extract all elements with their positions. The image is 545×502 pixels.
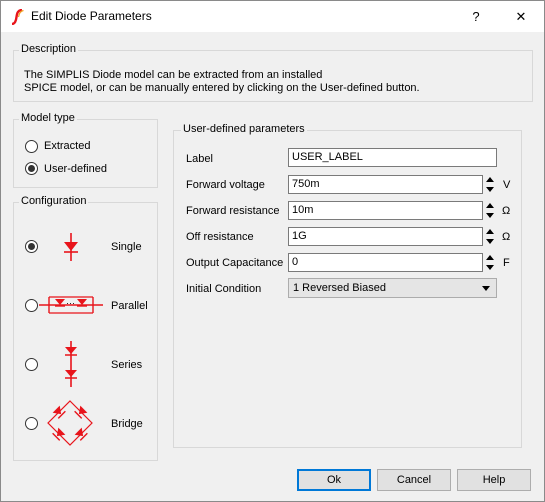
parallel-label[interactable]: Parallel (111, 300, 148, 312)
ok-button[interactable]: Ok (297, 469, 371, 491)
description-title: Description (19, 43, 79, 55)
initial-condition-value: 1 Reversed Biased (293, 282, 386, 294)
forward-resistance-label: Forward resistance (186, 205, 280, 217)
spin-up-icon[interactable] (484, 227, 496, 236)
single-radio[interactable] (25, 240, 38, 253)
bridge-label[interactable]: Bridge (111, 418, 143, 430)
single-diode-icon (64, 233, 78, 261)
single-label[interactable]: Single (111, 241, 142, 253)
series-diodes-icon (65, 341, 77, 387)
spin-up-icon[interactable] (484, 201, 496, 210)
cancel-button[interactable]: Cancel (377, 469, 451, 491)
off-resistance-spinner[interactable] (484, 227, 496, 246)
model-type-title: Model type (19, 112, 77, 124)
help-button[interactable]: Help (457, 469, 531, 491)
model-type-group (13, 119, 158, 188)
close-button[interactable]: ✕ (501, 1, 541, 32)
initial-condition-label: Initial Condition (186, 283, 262, 295)
label-label: Label (186, 153, 213, 165)
help-title-button[interactable]: ? (456, 1, 496, 32)
title-bar: Edit Diode Parameters ? ✕ (1, 1, 544, 32)
off-resistance-label: Off resistance (186, 231, 254, 243)
forward-resistance-input[interactable]: 10m (288, 201, 483, 220)
parallel-dots: ··· (66, 298, 75, 308)
parallel-radio[interactable] (25, 299, 38, 312)
series-radio[interactable] (25, 358, 38, 371)
simplis-logo-icon (11, 9, 24, 25)
extracted-label[interactable]: Extracted (44, 140, 90, 152)
initial-condition-select[interactable]: 1 Reversed Biased (288, 278, 497, 298)
off-resistance-unit: Ω (502, 231, 511, 243)
spin-down-icon[interactable] (484, 263, 496, 272)
forward-resistance-unit: Ω (502, 205, 511, 217)
chevron-down-icon[interactable] (482, 286, 490, 291)
description-line-1: The SIMPLIS Diode model can be extracted… (24, 69, 323, 81)
window-title: Edit Diode Parameters (31, 9, 152, 23)
forward-voltage-spinner[interactable] (484, 175, 496, 194)
output-capacitance-label: Output Capacitance (186, 257, 284, 269)
output-capacitance-spinner[interactable] (484, 253, 496, 272)
user-defined-radio[interactable] (25, 162, 38, 175)
extracted-radio[interactable] (25, 140, 38, 153)
spin-down-icon[interactable] (484, 211, 496, 220)
spin-down-icon[interactable] (484, 185, 496, 194)
spin-up-icon[interactable] (484, 253, 496, 262)
user-defined-params-title: User-defined parameters (181, 123, 307, 135)
user-defined-label[interactable]: User-defined (44, 163, 107, 175)
series-label[interactable]: Series (111, 359, 142, 371)
label-input[interactable]: USER_LABEL (288, 148, 497, 167)
bridge-radio[interactable] (25, 417, 38, 430)
bridge-diodes-icon (47, 400, 93, 446)
configuration-title: Configuration (19, 195, 89, 207)
forward-voltage-unit: V (503, 179, 511, 191)
forward-resistance-spinner[interactable] (484, 201, 496, 220)
output-capacitance-input[interactable]: 0 (288, 253, 483, 272)
description-line-2: SPICE model, or can be manually entered … (24, 82, 420, 94)
spin-up-icon[interactable] (484, 175, 496, 184)
off-resistance-input[interactable]: 1G (288, 227, 483, 246)
output-capacitance-unit: F (503, 257, 510, 269)
spin-down-icon[interactable] (484, 237, 496, 246)
forward-voltage-input[interactable]: 750m (288, 175, 483, 194)
forward-voltage-label: Forward voltage (186, 179, 265, 191)
